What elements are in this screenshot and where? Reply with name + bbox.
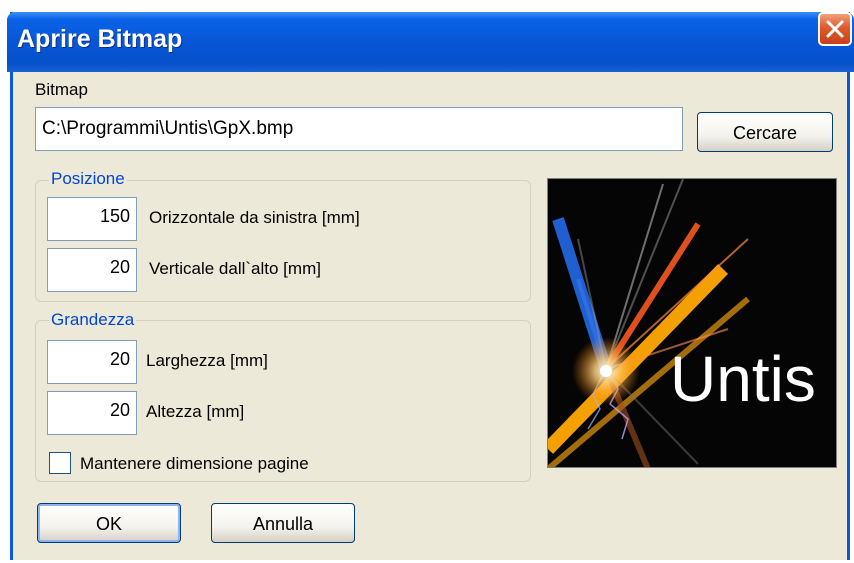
bitmap-preview: Untis xyxy=(547,178,837,468)
close-icon xyxy=(826,20,844,38)
height-input[interactable]: 20 xyxy=(47,391,137,435)
vertical-label: Verticale dall`alto [mm] xyxy=(149,259,321,278)
bitmap-path-input[interactable]: C:\Programmi\Untis\GpX.bmp xyxy=(35,107,683,151)
keep-dimensions-label: Mantenere dimensione pagine xyxy=(80,454,309,473)
width-input[interactable]: 20 xyxy=(47,340,137,384)
bitmap-label: Bitmap xyxy=(35,80,88,99)
width-label: Larghezza [mm] xyxy=(146,351,268,370)
untis-logo-text: Untis xyxy=(670,343,816,415)
window-title: Aprire Bitmap xyxy=(17,25,183,53)
title-bar[interactable]: Aprire Bitmap xyxy=(7,12,854,72)
horizontal-input[interactable]: 150 xyxy=(47,197,137,241)
ok-button[interactable]: OK xyxy=(37,503,181,543)
browse-button[interactable]: Cercare xyxy=(697,112,833,152)
cancel-button[interactable]: Annulla xyxy=(211,503,355,543)
untis-logo-image: Untis xyxy=(548,179,836,467)
keep-dimensions-checkbox[interactable] xyxy=(49,452,71,474)
horizontal-label: Orizzontale da sinistra [mm] xyxy=(149,208,360,227)
vertical-input[interactable]: 20 xyxy=(47,248,137,292)
height-label: Altezza [mm] xyxy=(146,402,245,421)
position-group-label: Posizione xyxy=(49,169,127,189)
close-button[interactable] xyxy=(818,12,852,46)
size-group-label: Grandezza xyxy=(49,310,137,330)
